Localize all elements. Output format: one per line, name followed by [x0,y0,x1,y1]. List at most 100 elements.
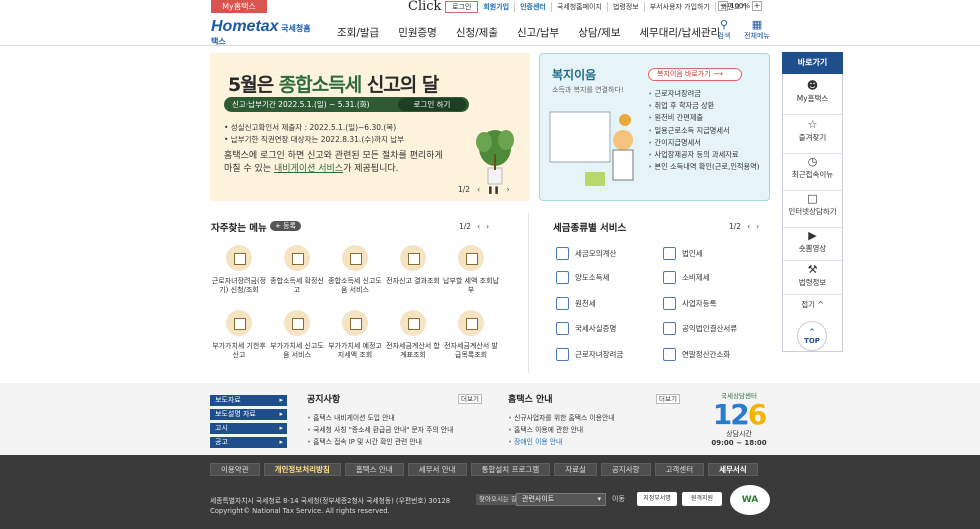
frequent-item[interactable]: 전자세금계산서 합계표조회 [384,310,442,359]
tax-service-label: 양도소득세 [575,273,610,282]
top-button[interactable]: ^ TOP [797,321,827,351]
frequent-item[interactable]: 근로자녀장려금(정기) 신청/조회 [210,245,268,294]
frequent-item[interactable]: 부가가치세 예정고지세액 조회 [326,310,384,359]
footer-privacy-link[interactable]: 개인정보처리방침 [263,463,341,476]
zoom-control: − 100% + [718,1,763,11]
frequent-item[interactable]: 부가가치세 신고도움 서비스 [268,310,326,359]
quick-recent-menu[interactable]: ◷ 최근접속이뉴 [783,155,842,191]
frequent-register-button[interactable]: + 등록 [270,221,301,231]
guide-item[interactable]: 장애인 이용 안내 [508,436,614,448]
wa-certification-mark: WA [730,485,770,515]
frequent-next-button[interactable]: › [486,222,489,231]
frequent-item[interactable]: 종합소득세 신고도움 서비스 [326,245,384,294]
welfare-item[interactable]: 취업 후 학자금 상환 [648,100,760,112]
law-info-link[interactable]: 법령정보 [608,2,645,12]
nav-report-pay[interactable]: 신고/납부 [517,25,559,40]
hometax-guide-more-button[interactable]: 더보기 [656,394,680,404]
related-go-button[interactable]: 이동 [612,494,625,504]
notice-more-button[interactable]: 더보기 [458,394,482,404]
remote-support-button[interactable]: 원격지원 [682,492,722,506]
designation-badge[interactable]: 지정부서명 [637,492,677,506]
tax-service-item[interactable]: 법인세 [663,247,703,260]
frequent-item[interactable]: 종합소득세 확정신고 [268,245,326,294]
tax-service-item[interactable]: 소비제세 [663,271,710,284]
notice-item[interactable]: 홈택스 내비게이션 도입 안내 [307,412,453,424]
welfare-item[interactable]: 본인 소득내역 확인(근로,인적용역) [648,161,760,173]
frequent-item[interactable]: 납부할 세액 조회납부 [442,245,500,294]
footer-notice-link[interactable]: 공지사항 [600,463,651,476]
quick-myhometax[interactable]: ☻ My홈택스 [783,79,842,115]
quick-fold-button[interactable]: 접기 ^ [783,299,842,310]
frequent-item[interactable]: 부가가치세 기한후 신고 [210,310,268,359]
guide-item[interactable]: 홈택스 이용에 관한 안내 [508,424,614,436]
frequent-item[interactable]: 전자신고 결과조회 [384,245,442,286]
welfare-item[interactable]: 근로자녀장려금 [648,88,760,100]
call-center-number: 126 [708,400,770,430]
tax-service-label: 원천세 [575,299,596,308]
frequent-item-label: 납부할 세액 조회납부 [443,277,499,294]
tax-service-pager: 1/2 ‹ › [729,222,759,231]
nav-inquiry-issue[interactable]: 조회/발급 [337,25,379,40]
navigation-service-link[interactable]: 내비게이션 서비스 [274,164,343,174]
footer-hometax-guide-link[interactable]: 홈택스 안내 [344,463,404,476]
welfare-shortcut-button[interactable]: 복지이음 바로가기 ⟶ [648,68,742,81]
zoom-in-button[interactable]: + [752,1,763,11]
cert-center-link[interactable]: 인증센터 [515,2,552,12]
tax-service-item[interactable]: 사업자등록 [663,297,717,310]
footer-office-guide-link[interactable]: 세무서 안내 [407,463,467,476]
press-explanation-tab[interactable]: 보도설명 자료 [210,409,287,420]
banner-next-button[interactable]: › [507,185,510,194]
myhometax-tab[interactable]: My홈택스 [211,0,267,13]
tax-next-button[interactable]: › [756,222,759,231]
all-menu-button[interactable]: ▦ 전체메뉴 [740,18,774,41]
welfare-item[interactable]: 일용근로소득 지급명세서 [648,125,760,137]
search-button[interactable]: ⚲ 검색 [712,18,736,41]
public-notice-tab[interactable]: 공고 [210,437,287,448]
banner-login-button[interactable]: 로그인 하기 [398,98,466,111]
hometax-logo[interactable]: Hometax 국세청홈택스 [211,18,315,46]
footer-library-link[interactable]: 자료실 [554,463,597,476]
tax-service-item[interactable]: 국세사실증명 [556,322,616,335]
frequent-prev-button[interactable]: ‹ [477,222,480,231]
quick-internet-consult[interactable]: □ 인터넷상담하기 [783,192,842,228]
tax-service-item[interactable]: 양도소득세 [556,271,610,284]
footer-install-link[interactable]: 통합설치 프로그램 [470,463,551,476]
footer-terms-link[interactable]: 이용약관 [210,463,260,476]
welfare-item[interactable]: 원천비 간편제출 [648,112,760,124]
nav-tax-agent[interactable]: 세무대리/납세관리 [639,25,720,40]
tax-service-item[interactable]: 세금모의계산 [556,247,616,260]
nav-civil-certificate[interactable]: 민원증명 [398,25,437,40]
banner-pause-button[interactable]: ❚❚ [487,185,500,194]
tax-prev-button[interactable]: ‹ [747,222,750,231]
tax-service-item[interactable]: 원천세 [556,297,596,310]
guide-item[interactable]: 신규사업자를 위한 홈택스 이용안내 [508,412,614,424]
related-sites-select[interactable]: 관련사이트 [516,493,606,506]
login-link[interactable]: 로그인 [445,1,479,13]
welfare-item[interactable]: 사업장제공자 등의 과세자료 [648,149,760,161]
notice-item[interactable]: 홈택스 접속 IP 및 시간 확인 관련 안내 [307,436,453,448]
quick-short-video[interactable]: ▶ 숏뽐영상 [783,229,842,261]
press-release-tab[interactable]: 보도자료 [210,395,287,406]
announcement-notice-tab[interactable]: 고시 [210,423,287,434]
banner-prev-button[interactable]: ‹ [477,185,480,194]
tax-service-item[interactable]: 근로자녀장려금 [556,348,623,361]
tax-service-item[interactable]: 연말정산간소화 [663,348,730,361]
quick-favorites[interactable]: ☆ 즐겨찾기 [783,118,842,154]
frequent-item[interactable]: 전자세금계산서 발급목록조회 [442,310,500,359]
footer-tax-forms-link[interactable]: 세무서식 [708,463,758,476]
footer-customer-center-link[interactable]: 고객센터 [654,463,705,476]
nts-homepage-link[interactable]: 국세청홈페이지 [552,2,608,12]
nav-consult-report[interactable]: 상담/제보 [578,25,620,40]
tax-service-item[interactable]: 공익법인결산서류 [663,322,737,335]
dept-user-signup-link[interactable]: 부서사용자 가입하기 [645,2,716,12]
nav-apply-submit[interactable]: 신청/제출 [456,25,498,40]
notice-item[interactable]: 국세청 사칭 "종소세 환급금 안내" 문자 주의 안내 [307,424,453,436]
find-way-link[interactable]: 찾아오시는 길 [476,494,520,505]
zoom-out-button[interactable]: − [718,1,728,11]
frequent-item-label: 종합소득세 확정신고 [270,277,324,294]
quick-law-info[interactable]: ⚒ 법령정보 [783,263,842,295]
welfare-item[interactable]: 간이지급명세서 [648,137,760,149]
ship-icon [663,271,676,284]
signup-link[interactable]: 회원가입 [478,2,516,12]
banner-desc-line2: 마칠 수 있는 내비게이션 서비스가 제공됩니다. [224,163,443,176]
